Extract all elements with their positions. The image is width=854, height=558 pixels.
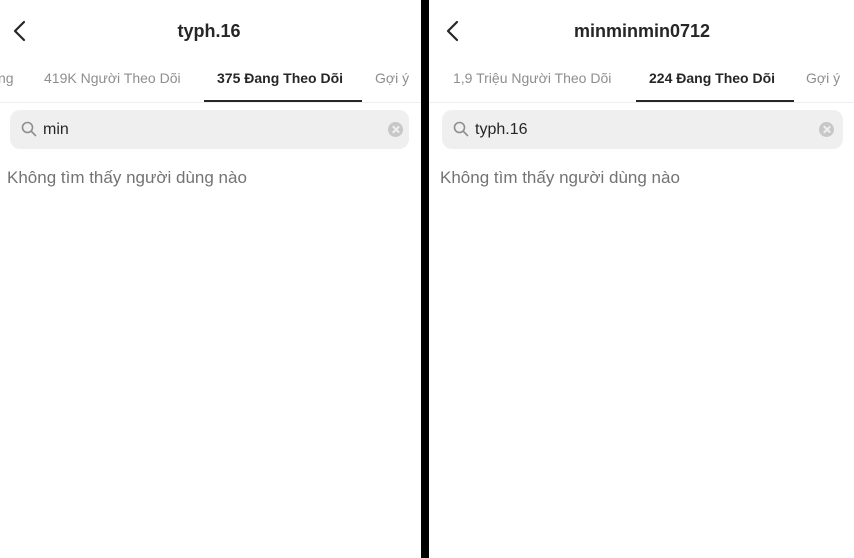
header: minminmin0712 — [429, 0, 854, 64]
search-icon — [21, 121, 37, 137]
search-bar — [10, 110, 409, 149]
profile-username: minminmin0712 — [573, 21, 711, 41]
left-screen: typh.16 ng 419K Người Theo Dõi 375 Đang … — [0, 0, 421, 558]
tab-following[interactable]: 375 Đang Theo Dõi — [217, 70, 343, 86]
search-bar — [442, 110, 843, 149]
search-input[interactable] — [475, 110, 775, 149]
search-input[interactable] — [43, 110, 343, 149]
back-arrow-icon[interactable] — [12, 17, 28, 45]
right-screen: minminmin0712 1,9 Triệu Người Theo Dõi 2… — [429, 0, 854, 558]
tab-suggestions[interactable]: Gợi ý — [375, 70, 409, 86]
header: typh.16 — [0, 0, 421, 64]
tab-suggestions[interactable]: Gợi ý — [806, 70, 840, 86]
back-arrow-icon[interactable] — [445, 17, 461, 45]
tab-followers[interactable]: 419K Người Theo Dõi — [44, 70, 181, 86]
clear-icon[interactable] — [819, 122, 834, 137]
no-results-message: Không tìm thấy người dùng nào — [440, 168, 680, 187]
active-tab-indicator — [636, 100, 794, 102]
no-results-message: Không tìm thấy người dùng nào — [7, 168, 247, 187]
tab-following[interactable]: 224 Đang Theo Dõi — [649, 70, 775, 86]
divider — [421, 0, 429, 558]
tab-bar: 1,9 Triệu Người Theo Dõi 224 Đang Theo D… — [429, 64, 854, 103]
clear-icon[interactable] — [388, 122, 403, 137]
tab-followers[interactable]: 1,9 Triệu Người Theo Dõi — [453, 70, 611, 86]
tab-bar: ng 419K Người Theo Dõi 375 Đang Theo Dõi… — [0, 64, 421, 103]
tab-following-partial[interactable]: ng — [0, 70, 14, 86]
search-icon — [453, 121, 469, 137]
active-tab-indicator — [204, 100, 362, 102]
profile-username: typh.16 — [177, 21, 241, 41]
